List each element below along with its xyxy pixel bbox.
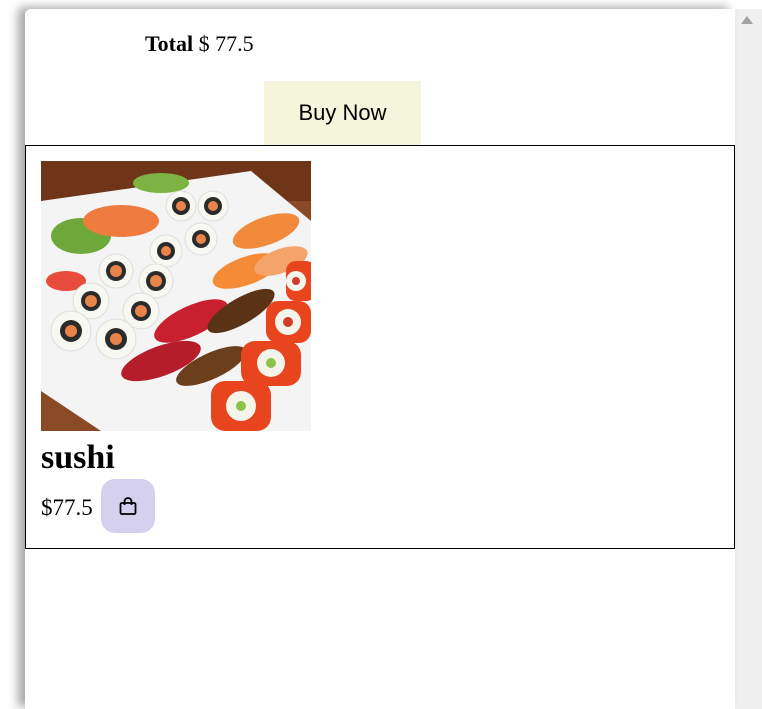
buy-now-button[interactable]: Buy Now xyxy=(264,81,421,145)
total-value: $ 77.5 xyxy=(198,31,254,56)
cart-total: Total $ 77.5 xyxy=(145,31,254,57)
shopping-bag-icon xyxy=(119,497,137,515)
product-card: sushi $77.5 xyxy=(25,145,735,549)
scroll-up-arrow-icon[interactable] xyxy=(741,16,753,24)
cart-popup: Total $ 77.5 Buy Now sushi $77.5 xyxy=(25,9,735,709)
add-to-cart-button[interactable] xyxy=(101,479,155,533)
total-label: Total xyxy=(145,31,194,56)
vertical-scrollbar[interactable] xyxy=(735,9,762,709)
product-image xyxy=(41,161,311,431)
product-name: sushi xyxy=(41,439,115,476)
product-price: $77.5 xyxy=(41,495,93,520)
